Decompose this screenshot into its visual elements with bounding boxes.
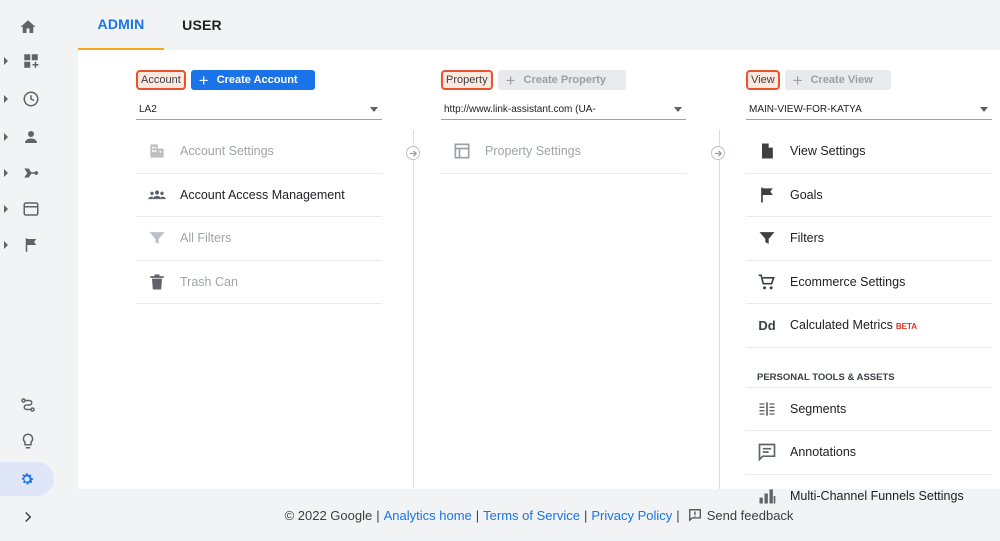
property-label: Property bbox=[441, 70, 493, 90]
account-access-management-item[interactable]: Account Access Management bbox=[136, 174, 382, 217]
dropdown-arrow-icon bbox=[370, 107, 378, 112]
account-to-property-arrow bbox=[406, 146, 420, 160]
account-settings-item[interactable]: Account Settings bbox=[136, 130, 382, 174]
property-settings-item[interactable]: Property Settings bbox=[441, 130, 686, 174]
trash-icon bbox=[150, 274, 164, 290]
column-divider bbox=[413, 130, 414, 489]
view-selected-value: MAIN-VIEW-FOR-KATYA bbox=[749, 104, 862, 115]
filter-icon bbox=[149, 232, 165, 245]
footer: © 2022 Google | Analytics home | Terms o… bbox=[284, 507, 794, 523]
personal-tools-heading: PERSONAL TOOLS & ASSETS bbox=[746, 348, 992, 388]
feedback-icon bbox=[688, 508, 701, 522]
flag-icon bbox=[761, 187, 773, 203]
create-view-button[interactable]: + Create View bbox=[784, 70, 891, 90]
tab-admin[interactable]: ADMIN bbox=[78, 0, 164, 50]
property-to-view-arrow bbox=[711, 146, 725, 160]
layout-icon bbox=[454, 143, 470, 159]
people-icon bbox=[148, 190, 166, 199]
nav-discover[interactable] bbox=[0, 424, 56, 458]
copyright-text: © 2022 Google bbox=[284, 507, 373, 523]
document-icon bbox=[762, 143, 773, 159]
plus-icon: + bbox=[198, 70, 209, 90]
nav-admin[interactable] bbox=[0, 462, 54, 496]
filter-icon bbox=[759, 232, 775, 245]
tab-user[interactable]: USER bbox=[164, 0, 240, 50]
chevron-right-icon bbox=[25, 511, 32, 523]
arrow-right-icon bbox=[714, 149, 722, 157]
plus-icon: + bbox=[505, 70, 516, 90]
create-property-button[interactable]: + Create Property bbox=[497, 70, 626, 90]
dropdown-arrow-icon bbox=[674, 107, 682, 112]
property-column: Property + Create Property http://www.lin… bbox=[441, 50, 686, 489]
arrow-right-icon bbox=[409, 149, 417, 157]
cart-icon bbox=[758, 274, 775, 290]
nav-audience[interactable] bbox=[0, 120, 56, 154]
account-column: Account + Create Account LA2 Account Sett… bbox=[136, 50, 382, 489]
segments-item[interactable]: Segments bbox=[746, 388, 992, 431]
privacy-policy-link[interactable]: Privacy Policy bbox=[591, 508, 672, 523]
nav-home[interactable] bbox=[0, 10, 56, 44]
nav-attribution[interactable] bbox=[0, 388, 56, 422]
trash-can-item[interactable]: Trash Can bbox=[136, 261, 382, 304]
annotations-item[interactable]: Annotations bbox=[746, 431, 992, 475]
nav-customization[interactable] bbox=[0, 44, 56, 78]
column-divider bbox=[719, 130, 720, 489]
beta-badge: BETA bbox=[895, 321, 918, 331]
dashboard-icon bbox=[24, 54, 39, 68]
property-selected-value: http://www.link-assistant.com (UA- bbox=[444, 104, 596, 115]
clock-icon bbox=[23, 91, 39, 107]
flag-icon bbox=[25, 238, 37, 252]
plus-icon: + bbox=[792, 70, 803, 90]
building-icon bbox=[150, 144, 164, 158]
home-icon bbox=[20, 20, 36, 33]
view-label: View bbox=[746, 70, 780, 90]
comment-icon bbox=[758, 443, 776, 462]
lightbulb-icon bbox=[22, 433, 34, 449]
goals-item[interactable]: Goals bbox=[746, 174, 992, 217]
create-account-button[interactable]: + Create Account bbox=[190, 70, 315, 90]
filters-item[interactable]: Filters bbox=[746, 217, 992, 261]
dd-icon: Dd bbox=[758, 317, 776, 333]
nav-expand[interactable] bbox=[0, 500, 56, 534]
dropdown-arrow-icon bbox=[980, 107, 988, 112]
view-column: View + Create View MAIN-VIEW-FOR-KATYA Vi… bbox=[746, 50, 992, 504]
view-selector[interactable]: MAIN-VIEW-FOR-KATYA bbox=[746, 100, 992, 120]
nav-realtime[interactable] bbox=[0, 82, 56, 116]
nav-behavior[interactable] bbox=[0, 192, 56, 226]
terms-of-service-link[interactable]: Terms of Service bbox=[483, 508, 580, 523]
attribution-icon bbox=[21, 398, 35, 412]
segments-icon bbox=[759, 402, 775, 416]
acquisition-icon bbox=[24, 168, 39, 178]
analytics-home-link[interactable]: Analytics home bbox=[384, 508, 472, 523]
gear-icon bbox=[21, 473, 34, 485]
account-label: Account bbox=[136, 70, 186, 90]
ecommerce-settings-item[interactable]: Ecommerce Settings bbox=[746, 261, 992, 304]
account-selected-value: LA2 bbox=[139, 104, 157, 115]
left-nav-rail bbox=[0, 0, 56, 541]
send-feedback-link[interactable]: Send feedback bbox=[688, 508, 793, 523]
admin-tabs: ADMIN USER bbox=[78, 0, 1000, 50]
nav-acquisition[interactable] bbox=[0, 156, 56, 190]
person-icon bbox=[25, 131, 37, 143]
nav-conversions[interactable] bbox=[0, 228, 56, 262]
calculated-metrics-item[interactable]: Dd Calculated Metrics BETA bbox=[746, 304, 992, 348]
view-settings-item[interactable]: View Settings bbox=[746, 130, 992, 174]
property-selector[interactable]: http://www.link-assistant.com (UA- bbox=[441, 100, 686, 120]
account-selector[interactable]: LA2 bbox=[136, 100, 382, 120]
behavior-icon bbox=[23, 202, 39, 216]
all-filters-item[interactable]: All Filters bbox=[136, 217, 382, 261]
